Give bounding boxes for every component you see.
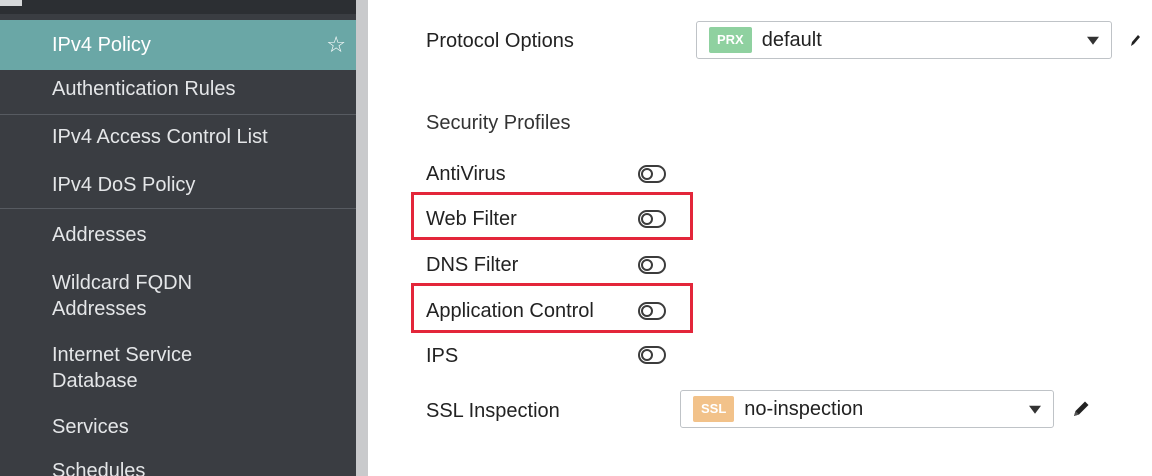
sidebar-item-label: Addresses [52, 224, 147, 246]
dns-filter-toggle[interactable] [638, 256, 666, 274]
star-outline-icon[interactable]: ☆ [326, 20, 346, 70]
antivirus-label: AntiVirus [426, 163, 506, 185]
caret-down-icon [1087, 36, 1099, 45]
toggle-knob [641, 305, 653, 317]
sidebar-item-label: Addresses [52, 298, 147, 320]
sidebar-item-label: Services [52, 416, 129, 438]
sidebar-item-label: IPv4 DoS Policy [52, 174, 196, 196]
toggle-knob [641, 213, 653, 225]
antivirus-toggle[interactable] [638, 165, 666, 183]
protocol-options-value: default [761, 28, 822, 51]
sidebar-item-services[interactable]: Services [0, 414, 356, 444]
sidebar-item-schedules[interactable]: Schedules [0, 458, 356, 476]
sidebar-item-label: Wildcard FQDN [52, 272, 193, 294]
ssl-inspection-select[interactable]: SSL no-inspection [680, 390, 1054, 428]
sidebar-item-label: IPv4 Policy [52, 34, 151, 56]
pencil-icon[interactable] [1070, 398, 1092, 420]
toggle-knob [641, 168, 653, 180]
web-filter-toggle[interactable] [638, 210, 666, 228]
sidebar-item-ipv4-policy[interactable]: IPv4 Policy ☆ [0, 20, 356, 70]
dns-filter-label: DNS Filter [426, 254, 519, 276]
sidebar-item-label: Schedules [52, 460, 146, 476]
sidebar-item-label: Authentication Rules [52, 78, 236, 100]
toggle-knob [641, 349, 653, 361]
protocol-options-label: Protocol Options [426, 30, 574, 52]
ips-label: IPS [426, 345, 459, 367]
web-filter-label: Web Filter [426, 208, 517, 230]
sidebar-item-authentication-rules[interactable]: Authentication Rules [0, 76, 356, 106]
ssl-inspection-value: no-inspection [744, 397, 864, 420]
sidebar-top-stub [0, 0, 22, 6]
ssl-tag: SSL [693, 396, 735, 422]
policy-editor-panel: Protocol Options PRX default Security Pr… [368, 0, 1152, 476]
ssl-inspection-label: SSL Inspection [426, 400, 560, 422]
sidebar-item-label: IPv4 Access Control List [52, 126, 268, 148]
sidebar-divider [0, 208, 356, 209]
sidebar-item-ipv4-access-control-list[interactable]: IPv4 Access Control List [0, 124, 356, 154]
ips-toggle[interactable] [638, 346, 666, 364]
sidebar-item-wildcard-fqdn-addresses[interactable]: Wildcard FQDN Addresses [0, 270, 356, 326]
sidebar-scrollbar[interactable] [356, 0, 368, 476]
sidebar-nav: IPv4 Policy ☆ Authentication Rules IPv4 … [0, 0, 368, 476]
sidebar-item-addresses[interactable]: Addresses [0, 222, 356, 252]
application-control-label: Application Control [426, 300, 594, 322]
sidebar-item-internet-service-database[interactable]: Internet Service Database [0, 342, 356, 398]
application-control-toggle[interactable] [638, 302, 666, 320]
sidebar-item-ipv4-dos-policy[interactable]: IPv4 DoS Policy [0, 172, 356, 202]
sidebar-item-label: Database [52, 370, 138, 392]
security-profiles-title: Security Profiles [426, 112, 571, 134]
caret-down-icon [1029, 405, 1041, 414]
protocol-options-select[interactable]: PRX default [696, 21, 1112, 59]
sidebar-top-strip [0, 0, 368, 14]
sidebar-divider [0, 114, 356, 115]
pencil-icon[interactable] [1128, 32, 1142, 48]
sidebar-item-label: Internet Service [52, 344, 193, 366]
toggle-knob [641, 259, 653, 271]
proxy-tag: PRX [709, 27, 752, 53]
